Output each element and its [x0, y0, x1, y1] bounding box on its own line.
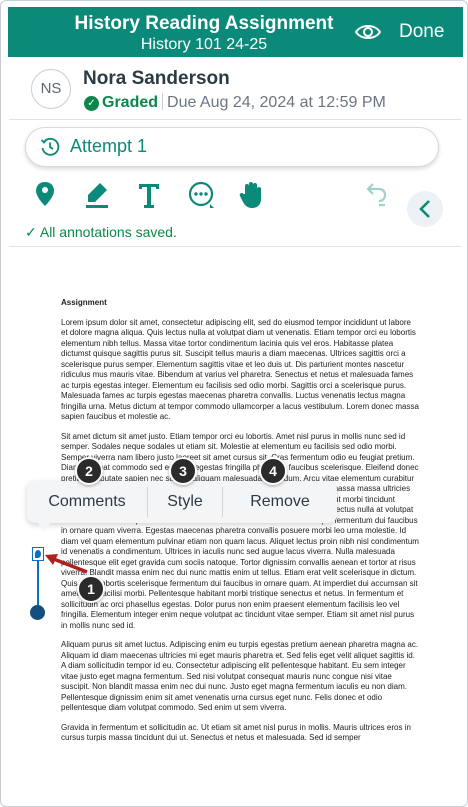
- document-page: Assignment Lorem ipsum dolor sit amet, c…: [61, 298, 419, 753]
- callout-badge: 2: [75, 457, 103, 485]
- menu-caret: [37, 522, 51, 532]
- document-heading: Assignment: [61, 298, 107, 307]
- student-name: Nora Sanderson: [83, 68, 230, 89]
- document-paragraph: Aliquam purus sit amet luctus. Adipiscin…: [61, 640, 419, 712]
- header-bar: History Reading Assignment History 101 2…: [8, 7, 463, 57]
- due-date: Due Aug 24, 2024 at 12:59 PM: [167, 94, 386, 111]
- check-circle-icon: ✓: [84, 96, 99, 111]
- history-icon: [40, 137, 60, 156]
- annotation-drag-handle[interactable]: [30, 605, 45, 620]
- avatar: NS: [31, 69, 71, 109]
- callout-badge: 3: [169, 457, 197, 485]
- status-badge: Graded: [102, 94, 159, 111]
- eye-icon[interactable]: [354, 22, 382, 42]
- document-paragraph: Lorem ipsum dolor sit amet, consectetur …: [61, 317, 419, 422]
- divider: [9, 246, 461, 247]
- callout-badge: 4: [259, 457, 287, 485]
- style-button[interactable]: Style: [148, 481, 222, 523]
- comments-button[interactable]: Comments: [27, 481, 147, 523]
- done-button[interactable]: Done: [399, 21, 444, 43]
- save-status: ✓ All annotations saved.: [25, 224, 177, 241]
- pin-icon[interactable]: [31, 180, 59, 210]
- hand-icon[interactable]: [237, 180, 265, 210]
- document-paragraph: Sit amet dictum sit amet justo. Etiam te…: [61, 431, 419, 630]
- document-paragraph: Gravida in fermentum et sollicitudin ac.…: [61, 722, 411, 743]
- status-row: ✓ Graded Due Aug 24, 2024 at 12:59 PM: [84, 93, 386, 112]
- save-status-text: All annotations saved.: [39, 224, 177, 240]
- annotation-toolbar: [1, 176, 467, 227]
- highlighter-icon[interactable]: [83, 180, 111, 210]
- app-frame: History Reading Assignment History 101 2…: [0, 0, 468, 807]
- assignment-title: History Reading Assignment: [74, 13, 334, 34]
- course-name: History 101 24-25: [140, 36, 268, 53]
- undo-icon[interactable]: [363, 180, 391, 210]
- callout-badge: 1: [77, 575, 105, 603]
- remove-button[interactable]: Remove: [223, 481, 337, 523]
- checkmark-icon: ✓: [25, 224, 37, 240]
- student-info: NS Nora Sanderson ✓ Graded Due Aug 24, 202…: [1, 63, 467, 119]
- attempt-selector[interactable]: Attempt 1: [25, 127, 439, 167]
- text-icon[interactable]: [135, 180, 163, 210]
- collapse-toolbar-button[interactable]: [407, 191, 443, 227]
- status-divider: [162, 93, 164, 110]
- divider: [9, 119, 461, 120]
- comment-icon[interactable]: [187, 180, 215, 210]
- chevron-left-icon: [419, 200, 430, 218]
- annotation-context-menu: Comments Style Remove: [27, 481, 337, 532]
- attempt-label: Attempt 1: [70, 136, 148, 156]
